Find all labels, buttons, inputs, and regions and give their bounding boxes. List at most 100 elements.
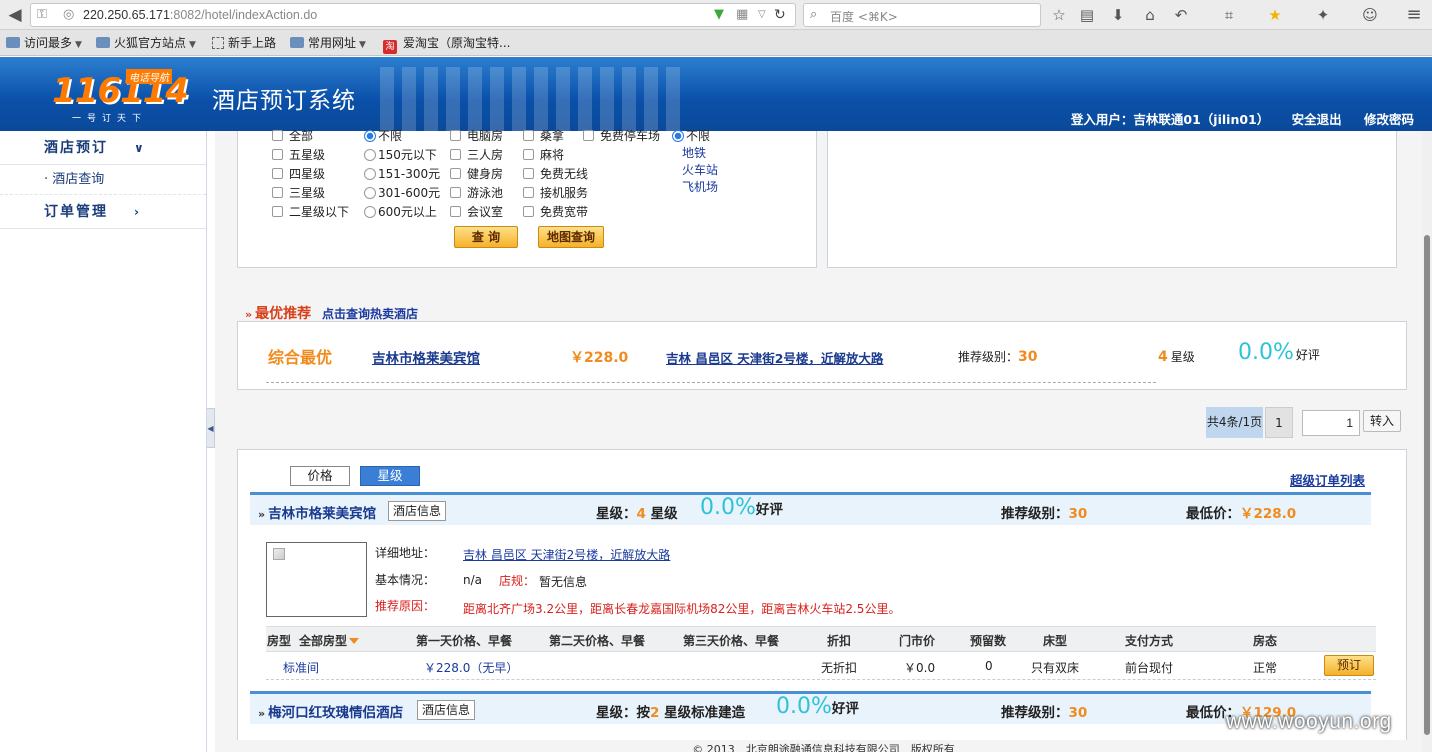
sidebar-hotel-query[interactable]: · 酒店查询 (0, 165, 206, 195)
bookmark-getting-started[interactable]: 新手上路 (212, 35, 276, 51)
price-filter: 不限 150元以下 151-300元 301-600元 600元以上 (364, 127, 440, 222)
back-icon[interactable]: ◀ (4, 4, 26, 26)
facility-option[interactable]: 游泳池 (450, 184, 503, 203)
url-text[interactable]: 220.250.65.171:8082/hotel/indexAction.do (83, 8, 317, 22)
star-filter: 全部 五星级 四星级 三星级 二星级以下 (272, 127, 349, 222)
recommend-star: 4 星级 (1158, 349, 1195, 365)
facility-option[interactable]: 健身房 (450, 165, 503, 184)
room-type-dropdown[interactable]: 全部房型 (299, 632, 360, 649)
hotel-header: » 吉林市格莱美宾馆 酒店信息 星级：4 星级 0.0%好评 推荐级别：30 最低… (250, 492, 1371, 525)
shield-icon[interactable]: ▼ (714, 6, 724, 24)
facility-option[interactable]: 电脑房 (450, 127, 503, 146)
download-icon[interactable]: ⬇ (1107, 4, 1129, 26)
scrollbar-thumb[interactable] (1424, 235, 1430, 735)
facility-option[interactable]: 会议室 (450, 203, 503, 222)
facility-option[interactable]: 三人房 (450, 146, 503, 165)
sidebar: 酒店预订 ∨ · 酒店查询 订单管理 › (0, 131, 207, 752)
door-price: ￥0.0 (904, 661, 936, 675)
star-option[interactable]: 全部 (272, 127, 349, 146)
location-filter: 不限 地铁 火车站 飞机场 (672, 127, 718, 197)
super-order-list-link[interactable]: 超级订单列表 (1290, 470, 1365, 489)
divider (266, 382, 1156, 383)
facility-option[interactable]: 免费无线 (523, 165, 588, 184)
image-placeholder-icon (273, 548, 285, 560)
hotel-name-link[interactable]: » 梅河口红玫瑰情侣酒店 (258, 701, 403, 721)
page-input[interactable]: 1 (1302, 410, 1360, 436)
home-icon[interactable]: ⌂ (1139, 4, 1161, 26)
dropdown-icon[interactable]: ▽ (758, 6, 766, 24)
key-icon: ⚿ (37, 7, 47, 22)
extension-icon[interactable]: ✦ (1312, 4, 1334, 26)
url-bar[interactable]: ⚿ ◎ 220.250.65.171:8082/hotel/indexActio… (30, 3, 796, 27)
watermark: www.wooyun.org (1226, 710, 1392, 733)
price-option[interactable]: 151-300元 (364, 165, 440, 184)
qr-icon[interactable]: ▦ (736, 6, 748, 24)
bookmark-common-urls[interactable]: 常用网址 ▼ (290, 35, 366, 51)
hotel-info-button[interactable]: 酒店信息 (417, 700, 476, 720)
undo-icon[interactable]: ↶ (1170, 4, 1192, 26)
sidebar-collapse-handle[interactable]: ◀ (207, 408, 215, 448)
hot-hotels-link[interactable]: 点击查询热卖酒店 (322, 305, 418, 322)
hotel-thumbnail[interactable] (266, 542, 367, 617)
search-icon: ⌕ (810, 7, 818, 22)
sidebar-hotel-booking[interactable]: 酒店预订 ∨ (0, 131, 206, 165)
recommend-price: ￥228.0 (570, 350, 629, 366)
menu-icon[interactable]: ≡ (1402, 4, 1426, 26)
price-option[interactable]: 150元以下 (364, 146, 440, 165)
taobao-icon: 淘 (383, 40, 397, 54)
query-button[interactable]: 查 询 (454, 226, 518, 248)
star-option[interactable]: 四星级 (272, 165, 349, 184)
facility-option[interactable]: 接机服务 (523, 184, 588, 203)
bookmarks-bar: 访问最多 ▼ 火狐官方站点 ▼ 新手上路 常用网址 ▼ 淘爱淘宝（原淘宝特... (0, 30, 1432, 56)
hotel-name-link[interactable]: » 吉林市格莱美宾馆 (258, 502, 376, 522)
recommend-box: 综合最优 吉林市格莱美宾馆 ￥228.0 吉林 昌邑区 天津街2号楼，近解放大路… (237, 321, 1407, 390)
bookmark-most-visited[interactable]: 访问最多 ▼ (6, 35, 82, 51)
folder-icon (96, 37, 110, 48)
parking-option[interactable]: 免费停车场 (583, 127, 660, 146)
logout-link[interactable]: 安全退出 (1292, 112, 1342, 127)
room-table-header: 房型 全部房型 第一天价格、早餐 第二天价格、早餐 第三天价格、早餐 折扣 门市… (266, 626, 1376, 652)
recommend-hotel-link[interactable]: 吉林市格莱美宾馆 (372, 347, 480, 367)
sidebar-order-manage[interactable]: 订单管理 › (0, 195, 206, 229)
rule-label: 店规： (499, 574, 536, 588)
dashed-page-icon (212, 37, 224, 49)
search-bar[interactable]: ⌕ 百度 <⌘K> (803, 3, 1041, 27)
chat-icon[interactable]: ☺ (1359, 4, 1381, 26)
recommend-address-link[interactable]: 吉林 昌邑区 天津街2号楼，近解放大路 (666, 348, 883, 367)
price-option[interactable]: 301-600元 (364, 184, 440, 203)
price-option[interactable]: 不限 (364, 127, 440, 146)
sort-star-button[interactable]: 星级 (360, 466, 420, 486)
facility-option[interactable]: 桑拿 (523, 127, 588, 146)
price-option[interactable]: 600元以上 (364, 203, 440, 222)
facility-option[interactable]: 免费宽带 (523, 203, 588, 222)
page-total: 共4条/1页 (1206, 407, 1263, 438)
room-status: 正常 (1253, 661, 1278, 675)
reserve: 0 (985, 659, 993, 673)
bookmark-star-icon[interactable]: ★ (1264, 4, 1286, 26)
star-icon[interactable]: ☆ (1048, 4, 1070, 26)
facility-filter-a: 电脑房 三人房 健身房 游泳池 会议室 (450, 127, 503, 222)
reload-icon[interactable]: ↻ (774, 6, 786, 24)
hotel-rating: 0.0%好评 (700, 495, 783, 520)
best-label: 综合最优 (268, 348, 333, 367)
reader-icon[interactable]: ▤ (1076, 4, 1098, 26)
page-number[interactable]: 1 (1265, 407, 1293, 438)
facility-option[interactable]: 麻将 (523, 146, 588, 165)
star-option[interactable]: 二星级以下 (272, 203, 349, 222)
bookmark-firefox-site[interactable]: 火狐官方站点 ▼ (96, 35, 196, 51)
map-query-button[interactable]: 地图查询 (538, 226, 604, 248)
change-password-link[interactable]: 修改密码 (1364, 112, 1414, 127)
star-option[interactable]: 三星级 (272, 184, 349, 203)
location-airport-link[interactable]: 飞机场 (672, 178, 718, 197)
book-button[interactable]: 预订 (1324, 655, 1374, 676)
crop-icon[interactable]: ⌗ (1218, 4, 1240, 26)
star-option[interactable]: 五星级 (272, 146, 349, 165)
system-title: 酒店预订系统 (212, 88, 356, 114)
hotel-info-button[interactable]: 酒店信息 (388, 501, 447, 521)
sort-price-button[interactable]: 价格 (290, 466, 350, 486)
bookmark-ai-taobao[interactable]: 淘爱淘宝（原淘宝特... (383, 35, 510, 54)
address-link[interactable]: 吉林 昌邑区 天津街2号楼，近解放大路 (463, 546, 670, 563)
go-button[interactable]: 转入 (1363, 410, 1401, 432)
basic-label: 基本情况： (375, 573, 436, 587)
scrollbar[interactable] (1422, 131, 1432, 752)
